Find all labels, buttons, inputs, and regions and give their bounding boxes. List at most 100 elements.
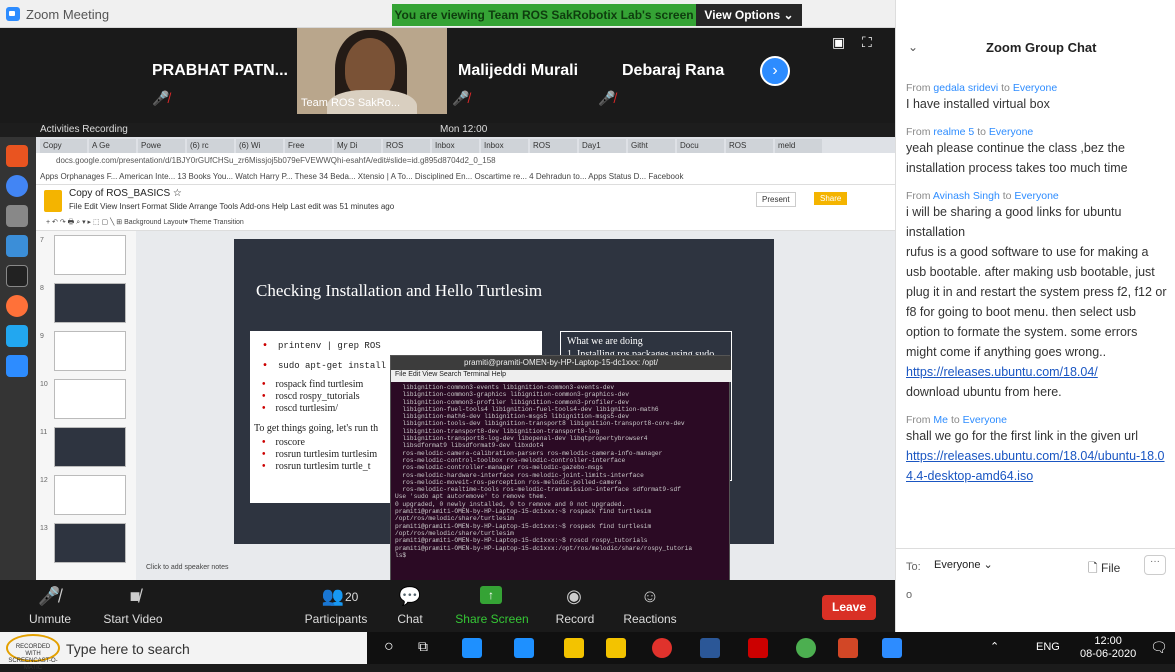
file-button[interactable]: 🗋 File [1088, 559, 1120, 580]
present-button[interactable]: Present [756, 192, 796, 207]
unmute-button[interactable]: Unmute [20, 612, 80, 626]
browser-tab[interactable]: Inbox [481, 139, 528, 153]
slide-number: 9 [40, 333, 44, 340]
cortana-icon[interactable]: ○ [384, 638, 394, 656]
browser-tabs: Copy A Ge Powe (6) rc (6) Wi Free My Di ROS Inbo… [36, 137, 895, 153]
zoom-taskbar-icon[interactable] [882, 638, 902, 658]
browser-tab[interactable]: Powe [138, 139, 185, 153]
chat-button[interactable]: Chat [390, 612, 430, 626]
browser-tab[interactable]: (6) Wi [236, 139, 283, 153]
search-box[interactable]: RECORDED WITH SCREENCAST-O-MATIC Type he… [0, 632, 367, 671]
powerpoint-icon[interactable] [838, 638, 858, 658]
view-options-button[interactable]: View Options ⌄ [696, 4, 802, 26]
browser-tab[interactable]: ROS [530, 139, 577, 153]
task-view-icon[interactable]: ⧉ [418, 638, 428, 655]
browser-tab[interactable]: A Ge [89, 139, 136, 153]
share-screen-icon[interactable]: ↑ [480, 586, 502, 604]
mic-muted-icon[interactable]: 🎤̸ [38, 586, 60, 606]
browser-tab[interactable]: Docu [677, 139, 724, 153]
app-icon[interactable] [6, 145, 28, 167]
terminal-icon[interactable] [6, 265, 28, 287]
acrobat-icon[interactable] [748, 638, 768, 658]
reactions-icon[interactable]: ☺ [638, 586, 662, 606]
reactions-button[interactable]: Reactions [618, 612, 682, 626]
command-item: • printenv | grep ROS [262, 341, 381, 352]
address-bar[interactable]: docs.google.com/presentation/d/1BJY0rGUf… [36, 153, 895, 169]
slide-thumbnail[interactable] [54, 379, 126, 419]
file-explorer-icon[interactable] [564, 638, 584, 658]
chevron-down-icon[interactable]: ⌄ [908, 40, 918, 54]
slide-thumbnail[interactable] [54, 235, 126, 275]
more-options-button[interactable]: ··· [1144, 555, 1166, 575]
clock[interactable]: 12:00 08-06-2020 [1080, 635, 1136, 661]
browser-tab[interactable]: Githt [628, 139, 675, 153]
slide-thumbnail[interactable] [54, 427, 126, 467]
message-link[interactable]: https://releases.ubuntu.com/18.04/ubuntu… [906, 446, 1168, 486]
chat-icon[interactable]: 💬 [398, 586, 422, 606]
browser-tab[interactable]: Free [285, 139, 332, 153]
chat-title: Zoom Group Chat [986, 40, 1097, 55]
edge-icon[interactable] [462, 638, 482, 658]
store-icon[interactable] [606, 638, 626, 658]
slide-number: 12 [40, 477, 48, 484]
video-off-icon[interactable]: ■̸ [120, 586, 150, 606]
slide-thumbnail[interactable] [54, 523, 126, 563]
share-screen-button[interactable]: Share Screen [452, 612, 532, 626]
viewing-banner: You are viewing Team ROS SakRobotix Lab'… [392, 4, 696, 26]
muted-mic-icon: 🎤̸ [452, 90, 470, 106]
browser-tab[interactable]: My Di [334, 139, 381, 153]
browser-tab[interactable]: Inbox [432, 139, 479, 153]
zoom-icon[interactable] [6, 355, 28, 377]
search-placeholder: Type here to search [66, 641, 190, 657]
participants-button[interactable]: Participants [296, 612, 376, 626]
chrome2-icon[interactable] [796, 638, 816, 658]
chrome-icon[interactable] [6, 175, 28, 197]
message-text: I have installed virtual box [906, 97, 1050, 111]
browser-tab[interactable]: ROS [726, 139, 773, 153]
chat-input[interactable]: o [906, 589, 912, 601]
browser-tab[interactable]: Copy [40, 139, 87, 153]
tray-up-icon[interactable]: ⌃ [990, 640, 999, 653]
language-label[interactable]: ENG [1036, 641, 1060, 653]
active-speaker-video[interactable]: Team ROS SakRo... [297, 28, 447, 114]
shared-screen: Activities Recording Mon 12:00 Copy A Ge P… [0, 123, 895, 580]
docs-icon[interactable] [6, 235, 28, 257]
recipient-select[interactable]: Everyone ⌄ [934, 558, 993, 571]
slide-thumbnail[interactable] [54, 283, 126, 323]
browser-tab[interactable]: Day1 [579, 139, 626, 153]
slides-toolbar[interactable]: + ↶ ↷ 🖶 ⌕ ▾ ▸ ⬚ ▢ ╲ ⊞ Background Layout▾… [36, 215, 895, 231]
settings-icon[interactable] [6, 325, 28, 347]
files-icon[interactable] [6, 205, 28, 227]
terminal-menu[interactable]: File Edit View Search Terminal Help [391, 370, 731, 382]
slide-number: 13 [40, 525, 48, 532]
notification-icon[interactable]: 🗨 [1150, 639, 1168, 656]
record-icon[interactable]: ◉ [562, 586, 586, 606]
chrome-taskbar-icon[interactable] [652, 638, 672, 658]
message-link[interactable]: https://releases.ubuntu.com/18.04/ [906, 362, 1168, 382]
bookmarks-bar[interactable]: Apps Orphanages F... American Inte... 13… [36, 169, 895, 185]
slide-thumbnail[interactable] [54, 331, 126, 371]
share-doc-button[interactable]: Share [814, 192, 848, 205]
document-title[interactable]: Copy of ROS_BASICS ☆ [69, 188, 182, 199]
watermark-logo: RECORDED WITH SCREENCAST-O-MATIC [6, 634, 60, 671]
slides-menu[interactable]: File Edit View Insert Format Slide Arran… [69, 202, 394, 211]
browser-tab[interactable]: (6) rc [187, 139, 234, 153]
record-button[interactable]: Record [550, 612, 600, 626]
speaker-notes[interactable]: Click to add speaker notes [146, 564, 229, 571]
command-item: • roscd rospy_tutorials [262, 391, 360, 402]
fullscreen-icon[interactable]: ⛶ [862, 34, 872, 51]
chat-header: ⌄ Zoom Group Chat [896, 28, 1175, 64]
word-icon[interactable] [700, 638, 720, 658]
start-video-button[interactable]: Start Video [98, 612, 168, 626]
browser-tab[interactable]: meld [775, 139, 822, 153]
terminal-window[interactable]: pramiti@pramiti-OMEN-by-HP-Laptop-15-dc1… [390, 355, 731, 580]
browser-tab[interactable]: ROS [383, 139, 430, 153]
firefox-icon[interactable] [6, 295, 28, 317]
file-icon: 🗋 [1088, 561, 1101, 575]
leave-button[interactable]: Leave [822, 595, 876, 620]
layout-icon[interactable]: ▣ [832, 34, 845, 51]
mail-icon[interactable] [514, 638, 534, 658]
next-page-button[interactable]: › [760, 56, 790, 86]
slide-thumbnail[interactable] [54, 475, 126, 515]
participants-icon[interactable]: 👥 [318, 586, 348, 606]
